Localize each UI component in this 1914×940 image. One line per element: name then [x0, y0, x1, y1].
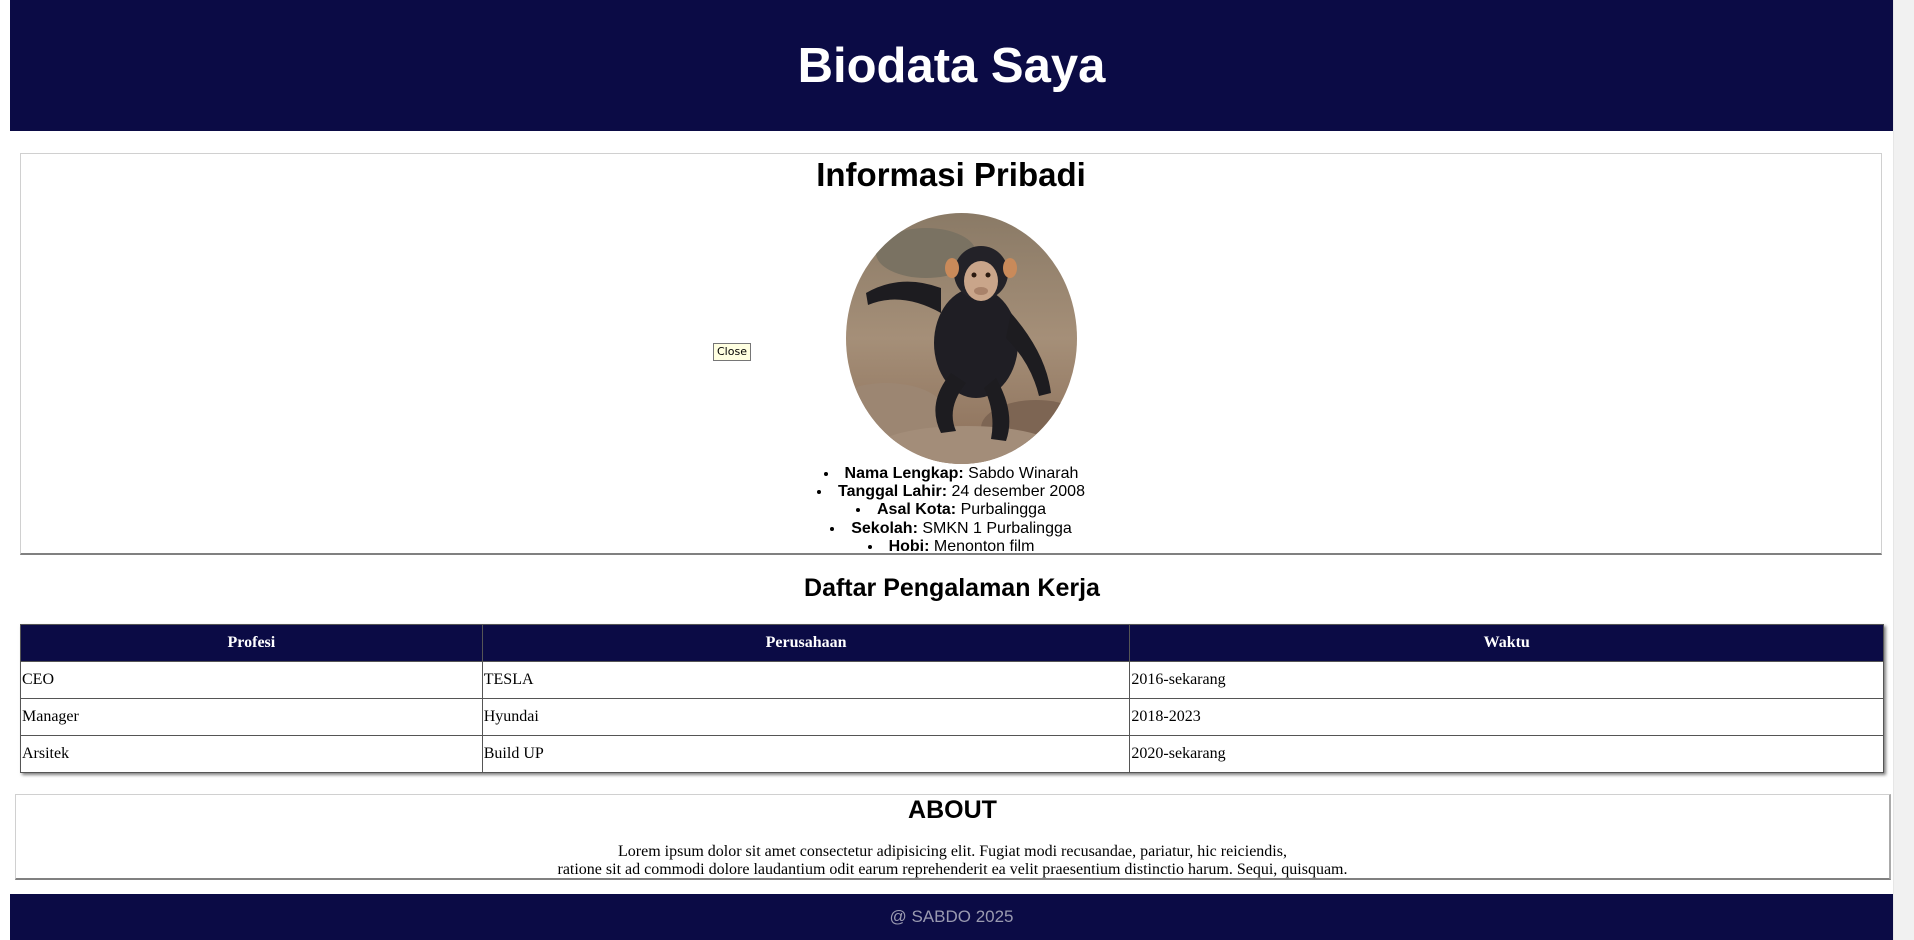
window-edge: [0, 0, 10, 940]
table-cell: 2016-sekarang: [1129, 661, 1884, 699]
table-row: Arsitek Build UP 2020-sekarang: [20, 735, 1884, 773]
page-header: Biodata Saya: [10, 0, 1893, 131]
table-cell: Arsitek: [20, 735, 483, 773]
list-item: Hobi: Menonton film: [21, 538, 1881, 556]
table-row: CEO TESLA 2016-sekarang: [20, 661, 1884, 699]
table-row: Manager Hyundai 2018-2023: [20, 698, 1884, 736]
column-header: Waktu: [1129, 624, 1884, 662]
about-section: ABOUT Lorem ipsum dolor sit amet consect…: [15, 794, 1891, 880]
table-cell: CEO: [20, 661, 483, 699]
about-heading: ABOUT: [908, 796, 997, 824]
close-button[interactable]: Close: [713, 343, 751, 361]
bio-list: Nama Lengkap: Sabdo Winarah Tanggal Lahi…: [21, 465, 1881, 556]
work-table: Profesi Perusahaan Waktu CEO TESLA 2016-…: [20, 624, 1884, 773]
table-cell: Manager: [20, 698, 483, 736]
profile-photo: [846, 213, 1077, 464]
page: Biodata Saya Informasi Pribadi Close • N…: [10, 0, 1893, 940]
table-cell: Hyundai: [481, 698, 1131, 736]
table-header-row: Profesi Perusahaan Waktu: [20, 624, 1884, 662]
table-cell: 2018-2023: [1129, 698, 1884, 736]
personal-info-heading: Informasi Pribadi: [816, 156, 1086, 193]
about-line-2: ratione sit ad commodi dolore laudantium…: [557, 861, 1348, 878]
about-line-1: Lorem ipsum dolor sit amet consectetur a…: [618, 843, 1287, 860]
page-title: Biodata Saya: [797, 38, 1106, 93]
personal-info-section: Informasi Pribadi Close • Nama Lengkap: …: [20, 153, 1882, 555]
list-item: Tanggal Lahir: 24 desember 2008: [21, 483, 1881, 501]
work-experience-heading: Daftar Pengalaman Kerja: [804, 574, 1100, 602]
page-footer: @ SABDO 2025: [10, 894, 1893, 940]
footer-text: @ SABDO 2025: [889, 907, 1014, 926]
table-cell: TESLA: [481, 661, 1131, 699]
column-header: Perusahaan: [481, 624, 1131, 662]
list-item: Sekolah: SMKN 1 Purbalingga: [21, 520, 1881, 538]
list-item: Asal Kota: Purbalingga: [21, 501, 1881, 519]
list-item: Nama Lengkap: Sabdo Winarah: [21, 465, 1881, 483]
column-header: Profesi: [20, 624, 483, 662]
table-cell: Build UP: [481, 735, 1131, 773]
about-text: Lorem ipsum dolor sit amet consectetur a…: [16, 843, 1889, 879]
table-cell: 2020-sekarang: [1129, 735, 1884, 773]
vertical-scrollbar[interactable]: [1893, 0, 1914, 940]
